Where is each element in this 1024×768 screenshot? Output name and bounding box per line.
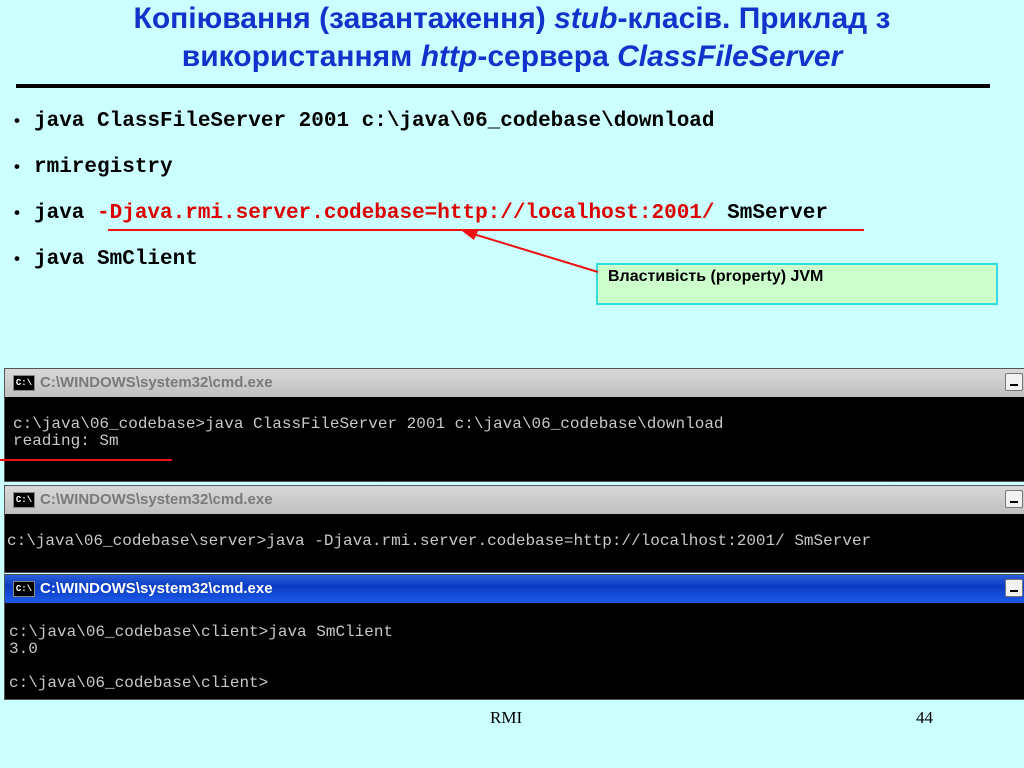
title-text: використанням — [181, 40, 421, 73]
title-text-italic: ClassFileServer — [617, 40, 843, 73]
title-text-italic: stub — [554, 2, 618, 35]
bullet-dot-icon: • — [14, 203, 20, 222]
cmd-app-icon: C:\ — [13, 581, 35, 598]
minimize-button[interactable] — [1005, 490, 1023, 508]
console-line: c:\java\06_codebase>java ClassFileServer… — [13, 415, 724, 433]
highlight-underline — [108, 229, 864, 231]
bullet-text: SmServer — [714, 202, 828, 225]
bullet-dot-icon: • — [14, 249, 20, 268]
console-line: 3.0 — [9, 640, 38, 658]
console-line: c:\java\06_codebase\client>java SmClient — [9, 623, 394, 641]
cmd-window-2[interactable]: C:\ C:\WINDOWS\system32\cmd.exe c:\java\0… — [4, 485, 1024, 573]
title-divider — [16, 84, 990, 88]
title-line-2: використанням http-сервера ClassFileServ… — [20, 38, 1004, 76]
cmd-window-3[interactable]: C:\ C:\WINDOWS\system32\cmd.exe c:\java\0… — [4, 574, 1024, 700]
cmd-app-icon: C:\ — [13, 492, 35, 509]
console-line: c:\java\06_codebase\client> — [9, 674, 269, 692]
console-output[interactable]: c:\java\06_codebase\client>java SmClient… — [5, 603, 1024, 692]
console-line: reading: Sm — [13, 432, 119, 450]
bullet-item: • java -Djava.rmi.server.codebase=http://… — [14, 198, 828, 244]
window-titlebar[interactable]: C:\ C:\WINDOWS\system32\cmd.exe — [5, 486, 1024, 514]
console-output[interactable]: c:\java\06_codebase>java ClassFileServer… — [5, 397, 1024, 450]
bullet-text: rmiregistry — [34, 156, 173, 179]
bullet-item: • java ClassFileServer 2001 c:\java\06_co… — [14, 106, 828, 152]
callout-text: Властивість (property) JVM — [608, 268, 824, 285]
title-text: -класів. Приклад з — [617, 2, 891, 35]
page-number: 44 — [916, 708, 933, 727]
slide-title: Копіювання (завантаження) stub-класів. П… — [20, 0, 1004, 76]
window-title: C:\WINDOWS\system32\cmd.exe — [40, 580, 273, 597]
window-title: C:\WINDOWS\system32\cmd.exe — [40, 491, 273, 508]
cmd-app-icon: C:\ — [13, 375, 35, 392]
window-title: C:\WINDOWS\system32\cmd.exe — [40, 374, 273, 391]
bullet-text: java SmClient — [34, 248, 198, 271]
minimize-button[interactable] — [1005, 579, 1023, 597]
bullet-item: • rmiregistry — [14, 152, 828, 198]
window-titlebar[interactable]: C:\ C:\WINDOWS\system32\cmd.exe — [5, 575, 1024, 603]
console-output[interactable]: c:\java\06_codebase\server>java -Djava.r… — [5, 514, 1024, 550]
window-titlebar[interactable]: C:\ C:\WINDOWS\system32\cmd.exe — [5, 369, 1024, 397]
minimize-button[interactable] — [1005, 373, 1023, 391]
callout-box: Властивість (property) JVM — [596, 263, 998, 305]
footer-label: RMI — [490, 708, 523, 727]
bullet-highlight-text: -Djava.rmi.server.codebase=http://localh… — [97, 202, 715, 225]
title-text-italic: http — [420, 40, 478, 73]
red-underline-mark — [0, 459, 172, 461]
title-text: Копіювання (завантаження) — [133, 2, 555, 35]
bullet-dot-icon: • — [14, 111, 20, 130]
cmd-window-1[interactable]: C:\ C:\WINDOWS\system32\cmd.exe c:\java\0… — [4, 368, 1024, 482]
console-line: c:\java\06_codebase\server>java -Djava.r… — [7, 532, 872, 550]
title-text: -сервера — [477, 40, 618, 73]
bullet-dot-icon: • — [14, 157, 20, 176]
title-line-1: Копіювання (завантаження) stub-класів. П… — [20, 0, 1004, 38]
bullet-text: java — [34, 202, 98, 225]
bullet-text: java ClassFileServer 2001 c:\java\06_cod… — [34, 110, 715, 133]
